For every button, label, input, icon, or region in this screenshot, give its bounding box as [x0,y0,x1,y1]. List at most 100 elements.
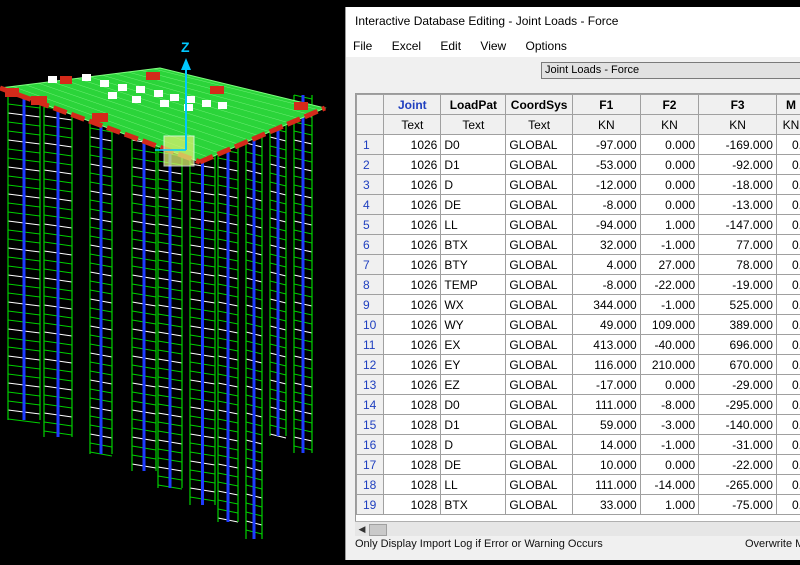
coordsys-cell[interactable]: GLOBAL [506,155,572,175]
data-grid[interactable]: Joint LoadPat CoordSys F1 F2 F3 M Text T… [355,93,800,522]
table-row[interactable]: 91026WXGLOBAL344.000-1.000525.0000. [357,295,800,315]
f2-cell[interactable]: 27.000 [640,255,699,275]
f2-cell[interactable]: 0.000 [640,155,699,175]
coordsys-cell[interactable]: GLOBAL [506,195,572,215]
m-cell[interactable]: 0. [776,435,800,455]
row-number[interactable]: 9 [357,295,384,315]
column-header-m[interactable]: M [776,95,800,115]
loadpat-cell[interactable]: D [441,435,506,455]
coordsys-cell[interactable]: GLOBAL [506,175,572,195]
loadpat-cell[interactable]: EZ [441,375,506,395]
loadpat-cell[interactable]: EY [441,355,506,375]
joint-cell[interactable]: 1026 [384,275,441,295]
coordsys-cell[interactable]: GLOBAL [506,415,572,435]
table-row[interactable]: 191028BTXGLOBAL33.0001.000-75.0000. [357,495,800,515]
model-viewport[interactable]: Z [0,0,345,560]
row-number[interactable]: 18 [357,475,384,495]
f1-cell[interactable]: 413.000 [572,335,640,355]
joint-cell[interactable]: 1026 [384,235,441,255]
f2-cell[interactable]: 1.000 [640,495,699,515]
row-number[interactable]: 13 [357,375,384,395]
m-cell[interactable]: 0. [776,155,800,175]
f3-cell[interactable]: 77.000 [699,235,777,255]
column-header-coordsys[interactable]: CoordSys [506,95,572,115]
joint-cell[interactable]: 1026 [384,135,441,155]
joint-cell[interactable]: 1026 [384,215,441,235]
m-cell[interactable]: 0. [776,415,800,435]
coordsys-cell[interactable]: GLOBAL [506,435,572,455]
row-number[interactable]: 11 [357,335,384,355]
f2-cell[interactable]: -1.000 [640,235,699,255]
coordsys-cell[interactable]: GLOBAL [506,135,572,155]
m-cell[interactable]: 0. [776,315,800,335]
f1-cell[interactable]: 49.000 [572,315,640,335]
menu-view[interactable]: View [480,35,506,57]
joint-cell[interactable]: 1026 [384,195,441,215]
m-cell[interactable]: 0. [776,215,800,235]
f3-cell[interactable]: -13.000 [699,195,777,215]
f3-cell[interactable]: -22.000 [699,455,777,475]
f3-cell[interactable]: -18.000 [699,175,777,195]
column-header-f1[interactable]: F1 [572,95,640,115]
table-row[interactable]: 51026LLGLOBAL-94.0001.000-147.0000. [357,215,800,235]
f3-cell[interactable]: 389.000 [699,315,777,335]
loadpat-cell[interactable]: DE [441,195,506,215]
f3-cell[interactable]: -92.000 [699,155,777,175]
m-cell[interactable]: 0. [776,255,800,275]
f3-cell[interactable]: 696.000 [699,335,777,355]
coordsys-cell[interactable]: GLOBAL [506,355,572,375]
table-row[interactable]: 171028DEGLOBAL10.0000.000-22.0000. [357,455,800,475]
row-number[interactable]: 14 [357,395,384,415]
f2-cell[interactable]: -40.000 [640,335,699,355]
loadpat-cell[interactable]: BTX [441,495,506,515]
f2-cell[interactable]: 0.000 [640,455,699,475]
loadpat-cell[interactable]: D1 [441,415,506,435]
column-header-f2[interactable]: F2 [640,95,699,115]
loadpat-cell[interactable]: BTY [441,255,506,275]
coordsys-cell[interactable]: GLOBAL [506,395,572,415]
f3-cell[interactable]: -29.000 [699,375,777,395]
loadpat-cell[interactable]: EX [441,335,506,355]
menu-file[interactable]: File [353,35,372,57]
m-cell[interactable]: 0. [776,195,800,215]
joint-cell[interactable]: 1026 [384,335,441,355]
f1-cell[interactable]: -12.000 [572,175,640,195]
row-number[interactable]: 7 [357,255,384,275]
joint-cell[interactable]: 1028 [384,475,441,495]
f2-cell[interactable]: 0.000 [640,375,699,395]
overwrite-option[interactable]: Overwrite M [745,535,800,553]
m-cell[interactable]: 0. [776,135,800,155]
joint-cell[interactable]: 1028 [384,495,441,515]
joint-cell[interactable]: 1026 [384,295,441,315]
joint-cell[interactable]: 1026 [384,315,441,335]
coordsys-cell[interactable]: GLOBAL [506,295,572,315]
coordsys-cell[interactable]: GLOBAL [506,315,572,335]
coordsys-cell[interactable]: GLOBAL [506,475,572,495]
f2-cell[interactable]: 1.000 [640,215,699,235]
f3-cell[interactable]: -140.000 [699,415,777,435]
horizontal-scrollbar[interactable]: ◀ [355,521,800,536]
f3-cell[interactable]: -31.000 [699,435,777,455]
coordsys-cell[interactable]: GLOBAL [506,495,572,515]
f1-cell[interactable]: 59.000 [572,415,640,435]
table-row[interactable]: 31026DGLOBAL-12.0000.000-18.0000. [357,175,800,195]
f1-cell[interactable]: -53.000 [572,155,640,175]
f1-cell[interactable]: 33.000 [572,495,640,515]
f3-cell[interactable]: -19.000 [699,275,777,295]
joint-cell[interactable]: 1026 [384,355,441,375]
table-row[interactable]: 41026DEGLOBAL-8.0000.000-13.0000. [357,195,800,215]
f2-cell[interactable]: -1.000 [640,435,699,455]
table-row[interactable]: 81026TEMPGLOBAL-8.000-22.000-19.0000. [357,275,800,295]
menu-edit[interactable]: Edit [440,35,461,57]
f2-cell[interactable]: 0.000 [640,135,699,155]
f1-cell[interactable]: 116.000 [572,355,640,375]
table-row[interactable]: 111026EXGLOBAL413.000-40.000696.0000. [357,335,800,355]
f1-cell[interactable]: -8.000 [572,275,640,295]
joint-cell[interactable]: 1028 [384,455,441,475]
menu-options[interactable]: Options [526,35,567,57]
loadpat-cell[interactable]: D0 [441,135,506,155]
row-number[interactable]: 10 [357,315,384,335]
f2-cell[interactable]: 210.000 [640,355,699,375]
loadpat-cell[interactable]: TEMP [441,275,506,295]
f1-cell[interactable]: -8.000 [572,195,640,215]
